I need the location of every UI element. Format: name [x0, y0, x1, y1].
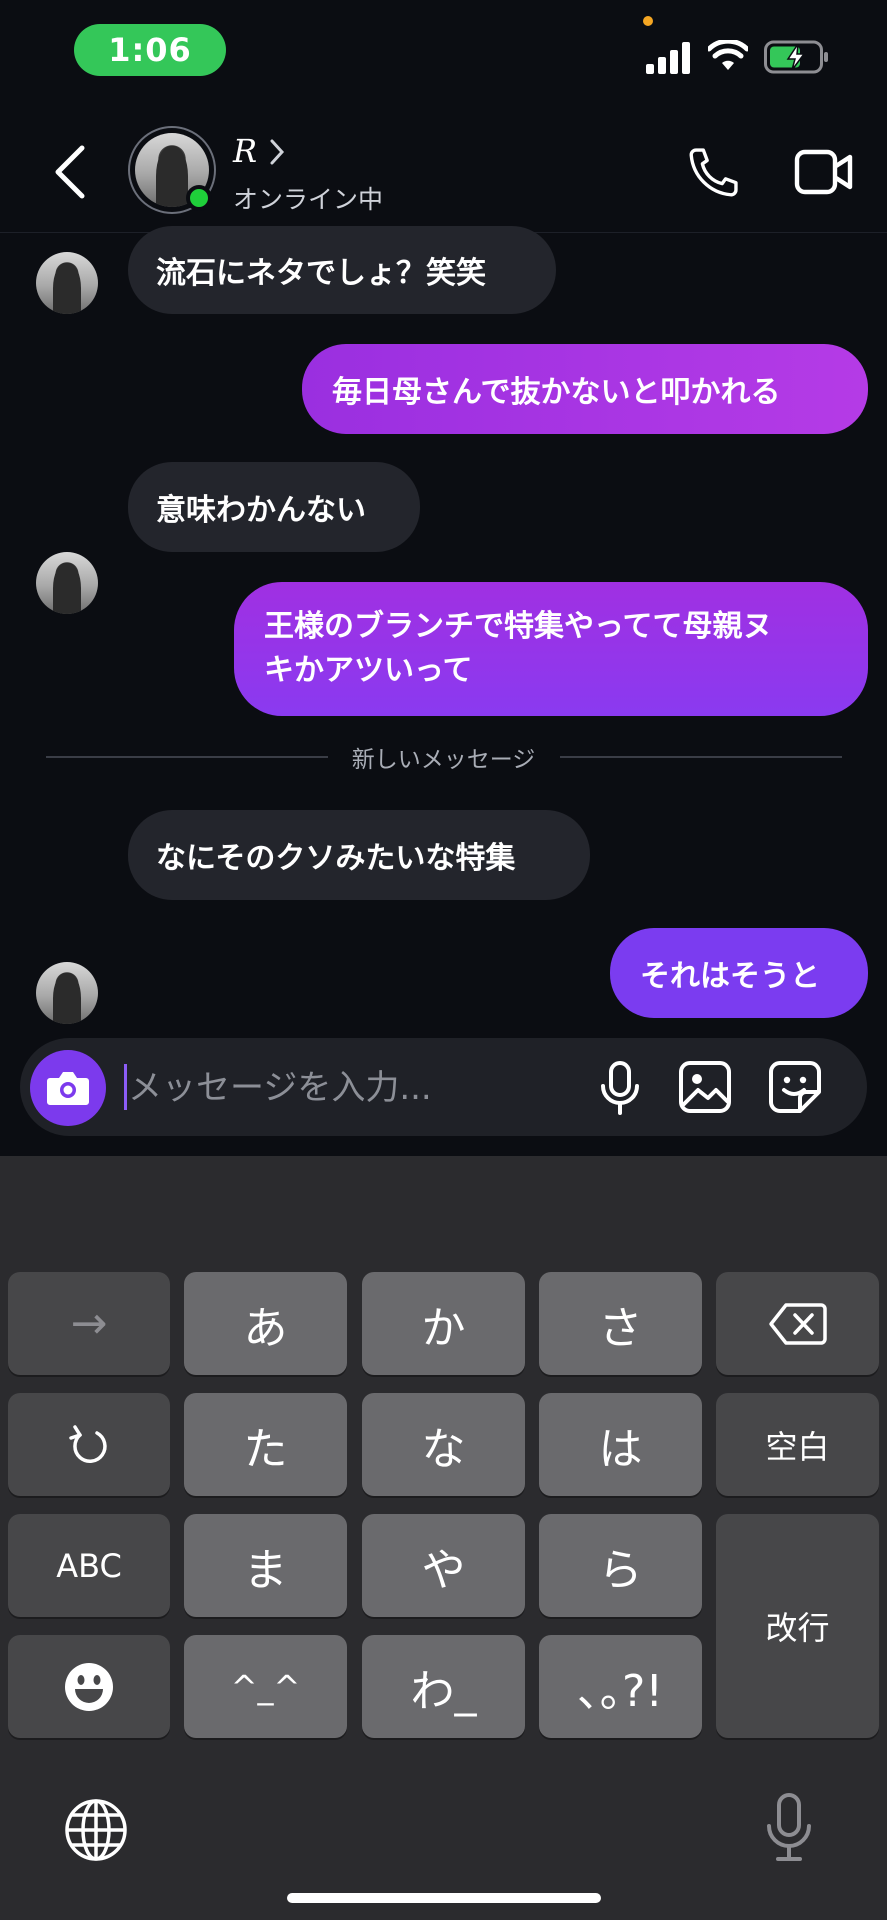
message-avatar[interactable]: [36, 962, 98, 1024]
signal-icon: [646, 42, 690, 74]
privacy-indicator: [643, 16, 653, 26]
home-indicator[interactable]: [287, 1893, 601, 1903]
key-ta[interactable]: た: [184, 1393, 347, 1496]
new-messages-rule-right: [560, 756, 842, 758]
message-avatar[interactable]: [36, 252, 98, 314]
key-ya[interactable]: や: [362, 1514, 525, 1617]
key-wa[interactable]: わ_: [362, 1635, 525, 1738]
key-ma[interactable]: ま: [184, 1514, 347, 1617]
key-space[interactable]: 空白: [716, 1393, 879, 1496]
key-ka[interactable]: か: [362, 1272, 525, 1375]
message-bubble-incoming[interactable]: 意味わかんない: [128, 462, 420, 552]
camera-icon: [47, 1072, 89, 1105]
sticker-icon[interactable]: [768, 1060, 822, 1114]
video-call-icon[interactable]: [794, 146, 854, 198]
key-emoji[interactable]: [8, 1635, 170, 1738]
message-avatar[interactable]: [36, 552, 98, 614]
backspace-icon: [768, 1302, 827, 1345]
key-a[interactable]: あ: [184, 1272, 347, 1375]
phone-call-icon[interactable]: [684, 144, 742, 202]
wifi-icon: [708, 40, 748, 70]
online-indicator: [186, 185, 212, 211]
camera-button[interactable]: [30, 1050, 106, 1126]
text-caret: [124, 1064, 127, 1110]
key-sa[interactable]: さ: [539, 1272, 702, 1375]
globe-icon[interactable]: [64, 1798, 128, 1862]
message-line: キかアツいって: [264, 653, 473, 688]
undo-icon: [69, 1424, 107, 1463]
key-ra[interactable]: ら: [539, 1514, 702, 1617]
key-return[interactable]: 改行: [716, 1514, 879, 1738]
message-bubble-outgoing[interactable]: 毎日母さんで抜かないと叩かれる: [302, 344, 868, 434]
message-line: 王様のブランチで特集やってて母親ヌ: [264, 609, 773, 644]
key-ha[interactable]: は: [539, 1393, 702, 1496]
microphone-icon[interactable]: [598, 1060, 642, 1116]
key-undo[interactable]: [8, 1393, 170, 1496]
message-bubble-outgoing[interactable]: それはそうと: [610, 928, 868, 1018]
gallery-icon[interactable]: [678, 1060, 732, 1114]
contact-name[interactable]: R: [233, 132, 257, 170]
key-kaomoji[interactable]: ^_^: [184, 1635, 347, 1738]
battery-icon: [764, 40, 828, 74]
key-na[interactable]: な: [362, 1393, 525, 1496]
message-bubble-incoming[interactable]: なにそのクソみたいな特集: [128, 810, 590, 900]
online-status: オンライン中: [233, 185, 384, 214]
key-abc[interactable]: ABC: [8, 1514, 170, 1617]
message-bubble-incoming[interactable]: 流石にネタでしょ？笑笑: [128, 226, 556, 314]
status-time: 1:06: [74, 24, 226, 76]
back-icon[interactable]: [52, 144, 88, 200]
chevron-right-icon[interactable]: [268, 138, 286, 166]
message-input[interactable]: [128, 1062, 568, 1114]
emoji-icon: [65, 1662, 113, 1711]
key-punctuation[interactable]: ､｡?!: [539, 1635, 702, 1738]
dictation-mic-icon[interactable]: [764, 1792, 814, 1864]
key-arrow-right[interactable]: →: [8, 1272, 170, 1375]
key-delete[interactable]: [716, 1272, 879, 1375]
message-bubble-outgoing[interactable]: 王様のブランチで特集やってて母親ヌ キかアツいって: [234, 582, 868, 716]
